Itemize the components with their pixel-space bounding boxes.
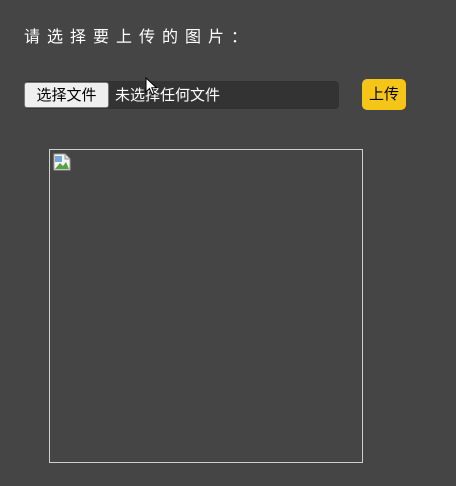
image-preview — [49, 149, 363, 463]
file-status-text: 未选择任何文件 — [115, 86, 221, 104]
mouse-cursor-icon — [145, 77, 158, 96]
choose-file-button[interactable]: 选择文件 — [24, 82, 109, 108]
broken-image-icon — [53, 153, 71, 171]
file-input[interactable]: 选择文件 未选择任何文件 — [24, 81, 339, 109]
upload-prompt-label: 请选择要上传的图片： — [24, 27, 255, 46]
upload-button[interactable]: 上传 — [362, 79, 406, 110]
upload-page: 请选择要上传的图片： 选择文件 未选择任何文件 上传 — [0, 0, 456, 486]
